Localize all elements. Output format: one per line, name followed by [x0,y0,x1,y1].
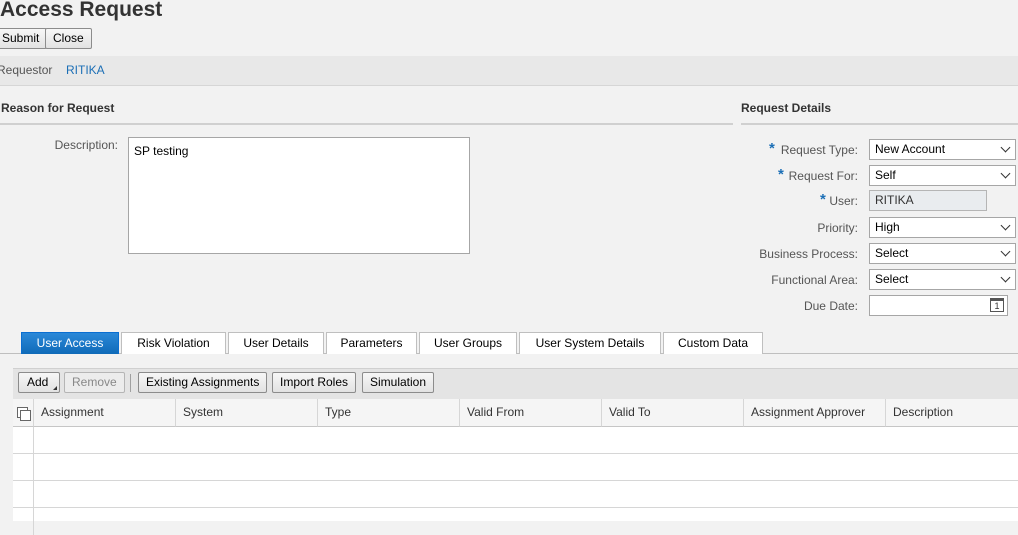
chevron-down-icon [1000,272,1011,283]
description-label: Description: [54,138,118,152]
tab-user-access[interactable]: User Access [21,332,119,354]
functional-area-label: Functional Area: [771,273,858,287]
tab-user-details[interactable]: User Details [228,332,324,354]
details-heading: Request Details [741,101,832,115]
import-roles-button[interactable]: Import Roles [272,372,357,393]
request-for-label: Request For: [788,169,858,183]
reason-heading: Reason for Request [1,101,115,115]
table-row[interactable] [13,481,1018,508]
row-selector[interactable] [13,454,34,480]
due-date-label: Due Date: [803,299,858,313]
tab-parameters[interactable]: Parameters [326,332,417,354]
select-all-cell[interactable] [13,399,34,427]
requestor-label: Requestor [0,63,53,77]
priority-value: High [875,220,900,234]
table-row[interactable] [13,454,1018,481]
description-textarea[interactable]: SP testing [128,137,470,254]
chevron-down-icon [1000,142,1011,153]
business-process-select[interactable]: Select [869,243,1016,264]
remove-button[interactable]: Remove [64,372,125,393]
chevron-down-icon [1000,246,1011,257]
row-selector[interactable] [13,427,34,453]
column-header-valid-from[interactable]: Valid From [460,399,602,427]
calendar-icon-day: 1 [994,301,1000,311]
user-label: User: [829,194,858,208]
description-text: SP testing [134,144,189,158]
tab-custom-data[interactable]: Custom Data [663,332,763,354]
row-selector[interactable] [13,508,34,535]
calendar-icon[interactable]: 1 [990,298,1004,312]
chevron-down-icon [1000,220,1011,231]
functional-area-value: Select [875,272,909,286]
toolbar-separator [130,374,131,392]
tab-risk-violation[interactable]: Risk Violation [121,332,226,354]
simulation-button[interactable]: Simulation [362,372,435,393]
column-header-assignment-approver[interactable]: Assignment Approver [744,399,886,427]
submit-button[interactable]: Submit [0,28,48,49]
tab-user-system-details[interactable]: User System Details [519,332,661,354]
dropdown-corner-icon [53,386,57,390]
column-header-assignment[interactable]: Assignment [34,399,176,427]
column-header-type[interactable]: Type [318,399,460,427]
details-divider [741,123,1018,125]
column-header-system[interactable]: System [176,399,318,427]
close-button[interactable]: Close [45,28,92,49]
due-date-input[interactable]: 1 [869,295,1008,316]
add-button[interactable]: Add [18,372,60,393]
user-value: RITIKA [875,193,914,207]
user-field: RITIKA [869,190,987,211]
column-header-description[interactable]: Description [886,399,1018,427]
chevron-down-icon [1000,168,1011,179]
request-type-label: Request Type: [780,143,858,157]
request-type-select[interactable]: New Account [869,139,1016,160]
requestor-link[interactable]: RITIKA [66,63,105,77]
assignments-table: Assignment System Type Valid From Valid … [13,399,1018,535]
request-type-value: New Account [875,142,946,156]
functional-area-select[interactable]: Select [869,269,1016,290]
page-title: Access Request [0,0,163,21]
priority-label: Priority: [817,221,858,235]
business-process-value: Select [875,246,909,260]
column-header-valid-to[interactable]: Valid To [602,399,744,427]
table-row[interactable] [13,427,1018,454]
business-process-label: Business Process: [759,247,858,261]
select-all-icon-back [20,410,31,421]
existing-assignments-button[interactable]: Existing Assignments [138,372,268,393]
tab-user-groups[interactable]: User Groups [419,332,517,354]
request-for-select[interactable]: Self [869,165,1016,186]
request-for-value: Self [875,168,896,182]
reason-divider [0,123,733,125]
add-button-label: Add [27,375,49,389]
table-row[interactable] [13,508,1018,535]
requestor-bar: Requestor RITIKA [0,56,1018,86]
priority-select[interactable]: High [869,217,1016,238]
row-selector[interactable] [13,481,34,507]
